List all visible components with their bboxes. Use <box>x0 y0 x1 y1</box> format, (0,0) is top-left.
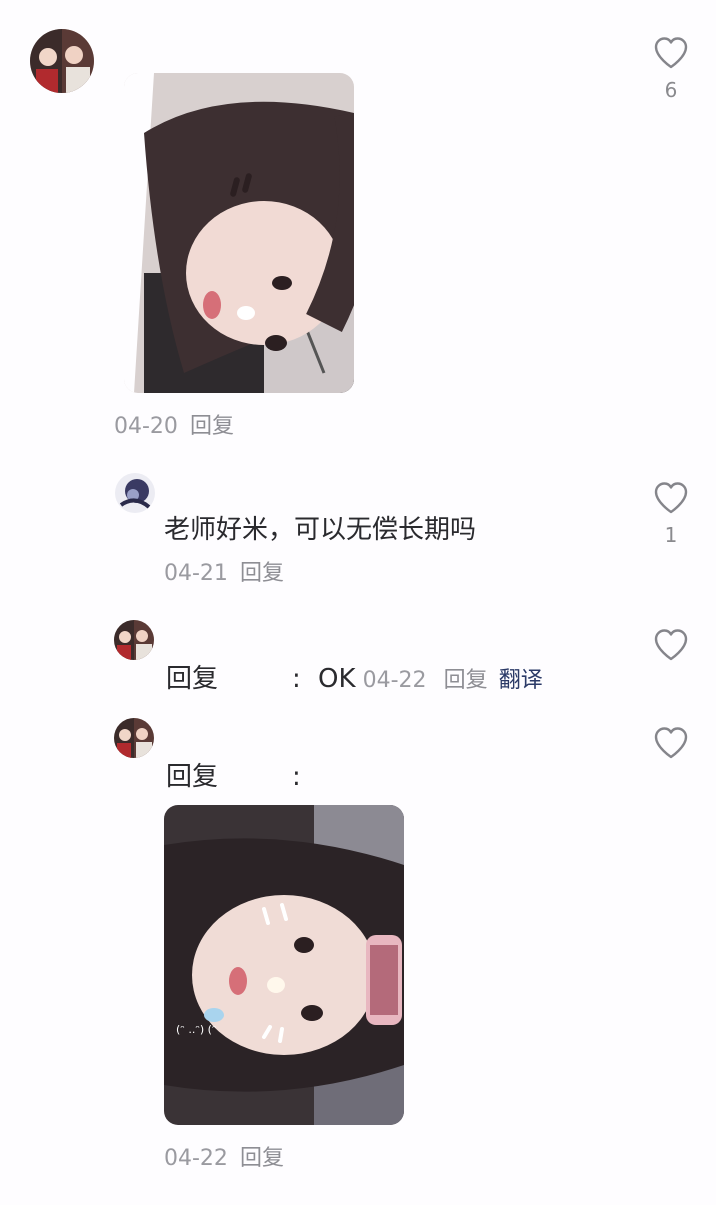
comment-1-reply-button[interactable]: 回复 <box>190 414 234 439</box>
comment-3-date: 04-22 <box>362 668 427 693</box>
heart-outline-icon <box>654 37 688 69</box>
comment-3-colon: : <box>292 664 301 694</box>
comment-4-photo[interactable]: (ᵔ ..ᵔ) (ᵔ <box>164 805 404 1125</box>
comment-4-avatar[interactable] <box>114 718 154 758</box>
comment-3-translate-button[interactable]: 翻译 <box>499 668 543 693</box>
comment-4-date: 04-22 <box>164 1146 228 1171</box>
heart-outline-icon <box>654 629 688 661</box>
comment-3-reply-button[interactable]: 回复 <box>444 668 488 693</box>
comment-1-like-count: 6 <box>664 78 678 102</box>
comment-1-photo[interactable] <box>124 73 354 393</box>
comment-3-reply-prefix: 回复 <box>166 664 219 694</box>
comment-4-meta: 04-22 回复 <box>164 1144 284 1174</box>
comment-1-avatar[interactable] <box>30 29 94 93</box>
svg-text:(ᵔ ..ᵔ) (ᵔ: (ᵔ ..ᵔ) (ᵔ <box>176 1023 217 1036</box>
comment-4-like-button[interactable] <box>641 726 701 760</box>
comment-2-reply-button[interactable]: 回复 <box>240 561 284 586</box>
comment-1-meta: 04-20 回复 <box>114 412 234 442</box>
comment-2-date: 04-21 <box>164 561 228 586</box>
heart-outline-icon <box>654 482 688 514</box>
comment-1-like-button[interactable]: 6 <box>641 36 701 102</box>
comment-1-date: 04-20 <box>114 414 178 439</box>
comment-3-line: OK 04-22 回复 翻译 <box>318 662 543 699</box>
comment-2-like-button[interactable]: 1 <box>641 481 701 547</box>
comment-3-like-button[interactable] <box>641 628 701 662</box>
comment-2-text: 老师好米，可以无偿长期吗 <box>164 515 477 545</box>
comment-2-like-count: 1 <box>664 523 678 547</box>
heart-outline-icon <box>654 727 688 759</box>
comment-4-reply-prefix: 回复 <box>166 762 219 792</box>
comment-4-reply-button[interactable]: 回复 <box>240 1146 284 1171</box>
comment-3-avatar[interactable] <box>114 620 154 660</box>
comment-2-avatar[interactable] <box>115 473 155 513</box>
comment-3-text: OK <box>318 664 356 694</box>
comment-2-meta: 04-21 回复 <box>164 559 284 589</box>
comment-4-colon: : <box>292 762 301 792</box>
